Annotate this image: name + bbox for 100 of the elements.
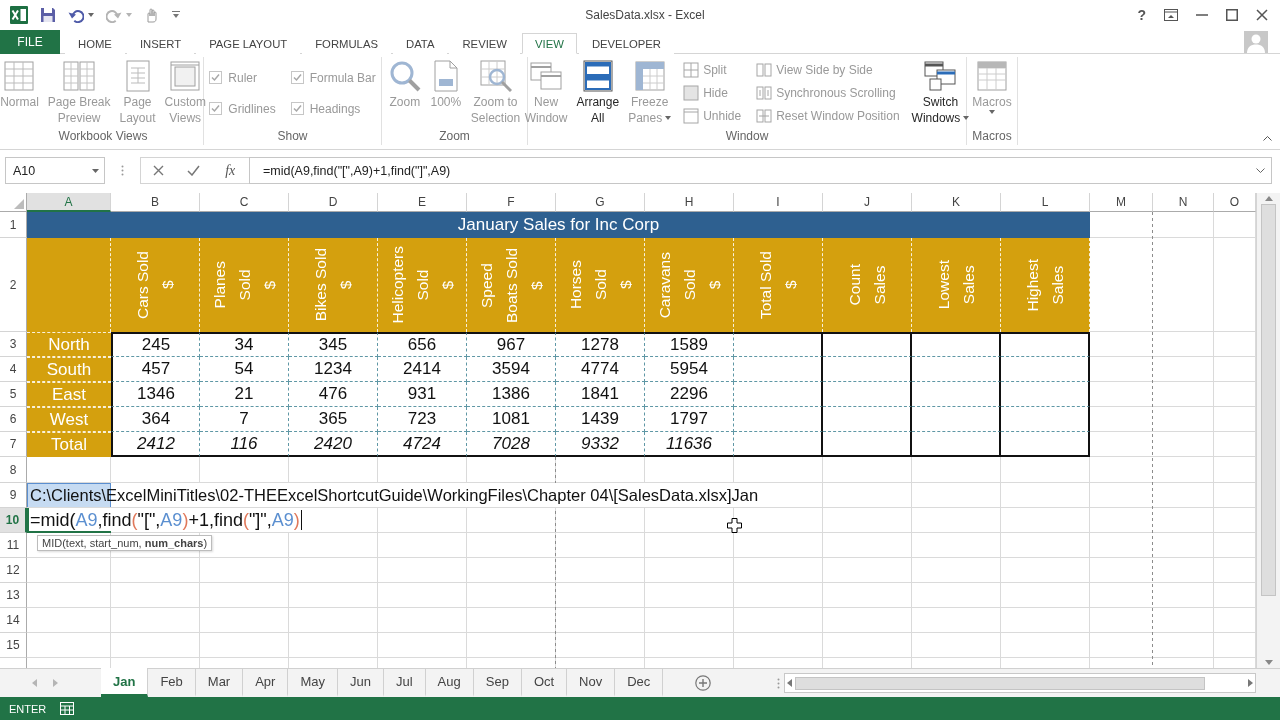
column-header[interactable]: J xyxy=(823,193,912,212)
formula-field[interactable]: =mid(A9,find("[",A9)+1,find("]",A9) xyxy=(249,157,1272,184)
scroll-thumb[interactable] xyxy=(795,676,1205,690)
column-heading: Bikes Sold $ xyxy=(311,248,355,322)
table-cell: 476 xyxy=(289,382,378,407)
caret-icon xyxy=(88,13,94,17)
column-header[interactable]: L xyxy=(1001,193,1090,212)
column-heading: Planes Sold $ xyxy=(209,261,279,309)
hand-icon[interactable] xyxy=(144,7,160,23)
table-cell: 457 xyxy=(111,357,200,382)
table-cell: 116 xyxy=(200,432,289,457)
table-cell: 1234 xyxy=(289,357,378,382)
arrow-right-icon[interactable] xyxy=(53,679,58,687)
column-header[interactable]: C xyxy=(200,193,289,212)
table-cell: 345 xyxy=(289,332,378,357)
horizontal-scrollbar[interactable] xyxy=(784,673,1256,693)
column-header[interactable]: M xyxy=(1090,193,1153,212)
column-heading: Caravans Sold $ xyxy=(654,251,724,319)
undo-icon[interactable] xyxy=(68,7,84,23)
maximize-icon[interactable] xyxy=(1226,9,1238,21)
sheet-tab[interactable]: Jan xyxy=(101,668,149,697)
table-cell: 1278 xyxy=(556,332,645,357)
scroll-down-icon[interactable] xyxy=(1264,660,1273,665)
file-tab[interactable]: FILE xyxy=(0,30,60,54)
title-banner: January Sales for Inc Corp xyxy=(27,212,1090,238)
grid-header-icon xyxy=(633,60,666,92)
grip-icon xyxy=(121,165,124,176)
save-icon[interactable] xyxy=(40,7,56,23)
checkbox-label: Ruler xyxy=(228,70,257,85)
table-cell: 723 xyxy=(378,407,467,432)
grip-icon xyxy=(777,677,780,689)
overlapping-windows-icon xyxy=(924,60,957,92)
table-cell: 1589 xyxy=(645,332,734,357)
two-columns-icon xyxy=(756,61,773,78)
function-tooltip: MID(text, start_num, num_chars) xyxy=(37,535,213,551)
column-header[interactable]: G xyxy=(556,193,645,212)
redo-icon[interactable] xyxy=(106,7,122,23)
row-label: Total xyxy=(27,432,111,457)
checkbox-label: Headings xyxy=(309,101,361,116)
column-header[interactable]: O xyxy=(1214,193,1256,212)
add-icon[interactable] xyxy=(695,675,712,691)
table-cell: 1081 xyxy=(467,407,556,432)
scroll-up-icon[interactable] xyxy=(1264,196,1273,201)
table-cell: 2420 xyxy=(289,432,378,457)
scroll-thumb[interactable] xyxy=(1261,204,1276,596)
table-cell: 2414 xyxy=(378,357,467,382)
two-columns-lines-icon xyxy=(756,84,773,101)
table-cell: 4774 xyxy=(556,357,645,382)
scroll-left-icon[interactable] xyxy=(787,679,792,687)
insert-function-button[interactable]: fx xyxy=(223,162,238,179)
plus-cursor-icon xyxy=(727,518,742,533)
row-label: North xyxy=(27,332,111,357)
column-header[interactable]: B xyxy=(111,193,200,212)
column-header[interactable]: E xyxy=(378,193,467,212)
vertical-scrollbar[interactable] xyxy=(1256,193,1280,668)
column-header[interactable]: N xyxy=(1153,193,1214,212)
window-icon xyxy=(683,107,700,124)
table-icon[interactable] xyxy=(60,702,75,715)
dropdown-caret-icon[interactable] xyxy=(92,168,99,173)
avatar-icon[interactable] xyxy=(1244,30,1268,53)
column-header[interactable]: K xyxy=(912,193,1001,212)
help-button[interactable]: ? xyxy=(1137,7,1146,23)
two-grid-pages-icon xyxy=(63,60,96,92)
table-cell: 11636 xyxy=(645,432,734,457)
column-heading: Lowest Sales xyxy=(934,260,978,310)
column-heading: Helicopters Sold $ xyxy=(387,246,457,324)
column-heading: Count Sales xyxy=(845,264,889,306)
table-cell: 3594 xyxy=(467,357,556,382)
arrow-left-icon[interactable] xyxy=(32,679,37,687)
column-header[interactable]: D xyxy=(289,193,378,212)
table-cell: 1439 xyxy=(556,407,645,432)
chevron-up-icon[interactable] xyxy=(1263,135,1272,141)
column-header[interactable]: I xyxy=(734,193,823,212)
column-heading: Horses Sold $ xyxy=(565,260,635,310)
name-box[interactable]: A10 xyxy=(5,157,105,184)
table-cell: 5954 xyxy=(645,357,734,382)
table-cell: 365 xyxy=(289,407,378,432)
column-header[interactable]: F xyxy=(467,193,556,212)
stacked-panes-icon xyxy=(581,60,614,92)
row-header[interactable]: 10 xyxy=(0,508,27,533)
window-title: SalesData.xlsx - Excel xyxy=(585,8,705,22)
table-cell: 7 xyxy=(200,407,289,432)
table-cell: 1841 xyxy=(556,382,645,407)
ribbon-button[interactable]: Arrange All xyxy=(573,57,623,126)
check-icon[interactable] xyxy=(186,165,200,176)
row-label: South xyxy=(27,357,111,382)
cancel-icon[interactable] xyxy=(152,165,164,176)
menu-caret-icon[interactable] xyxy=(172,11,180,19)
group-label: Show xyxy=(277,129,308,145)
spreadsheet-logo-icon xyxy=(10,6,28,24)
column-header[interactable]: A xyxy=(27,193,111,212)
table-cell: 967 xyxy=(467,332,556,357)
column-header[interactable]: H xyxy=(645,193,734,212)
table-cell: 2296 xyxy=(645,382,734,407)
close-icon[interactable] xyxy=(1256,9,1268,21)
table-cell: 9332 xyxy=(556,432,645,457)
ribbon-tab[interactable]: VIEW xyxy=(522,33,577,54)
chevron-down-icon[interactable] xyxy=(1256,168,1265,173)
table-cell: 931 xyxy=(378,382,467,407)
scroll-right-icon[interactable] xyxy=(1248,679,1253,687)
